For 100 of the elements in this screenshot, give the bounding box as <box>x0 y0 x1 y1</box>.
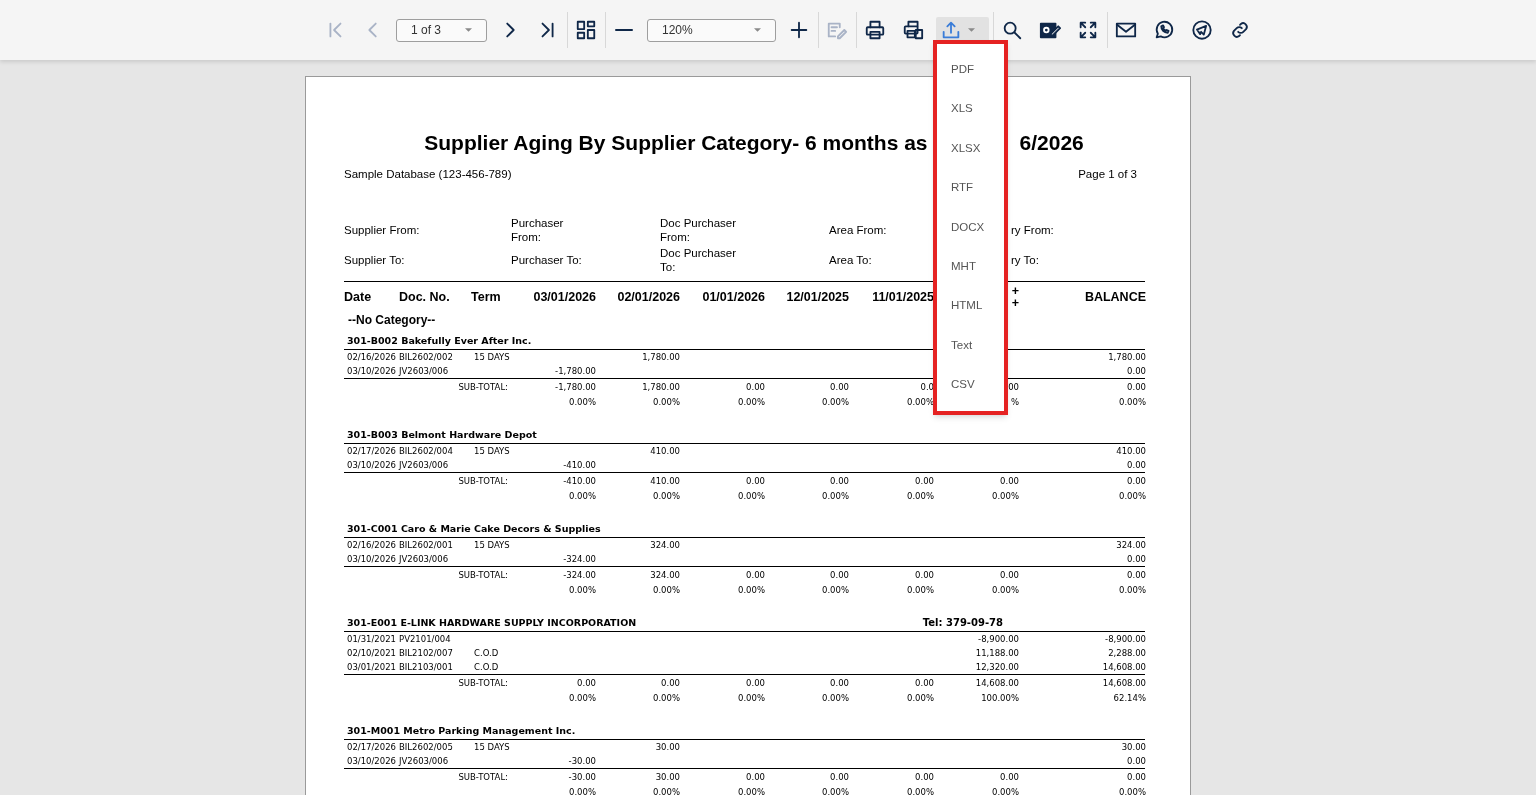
table-cell: 0.00% <box>907 585 934 596</box>
table-cell: 30.00 <box>1121 742 1146 752</box>
table-cell: BIL2602/005 <box>399 742 453 752</box>
table-cell: 0.00% <box>907 491 934 502</box>
table-cell: -8,900.00 <box>1105 634 1146 644</box>
table-cell: 0.00% <box>822 693 849 704</box>
dropdown-select[interactable]: 120% <box>647 18 776 42</box>
column-header: 11/01/2025 <box>872 289 934 304</box>
table-cell: 0.00% <box>653 787 680 795</box>
table-cell: -30.00 <box>568 771 596 782</box>
menu-item[interactable]: DOCX <box>937 207 1004 247</box>
table-cell: BIL2602/004 <box>399 446 453 456</box>
table-cell: 03/10/2026 <box>347 460 396 470</box>
caret-icon <box>465 28 472 32</box>
table-cell: 0.00% <box>992 491 1019 502</box>
table-cell: 410.00 <box>650 475 680 486</box>
table-cell: 0.00% <box>1119 491 1146 502</box>
table-cell: C.O.D <box>474 648 499 658</box>
column-header: 12/01/2025 <box>786 289 849 304</box>
whatsapp-icon <box>1153 19 1175 41</box>
table-cell: 0.00 <box>746 677 765 688</box>
table-cell: % <box>1010 397 1019 408</box>
subtotal-label: SUB-TOTAL: <box>458 381 508 392</box>
select-value: 1 of 3 <box>411 22 442 39</box>
export-dropdown-button[interactable] <box>936 17 989 43</box>
table-cell: -324.00 <box>563 554 596 564</box>
table-cell: 15 DAYS <box>474 446 510 456</box>
table-cell: -8,900.00 <box>978 634 1019 644</box>
table-cell: 0.00 <box>746 569 765 580</box>
caret-icon <box>754 28 761 32</box>
menu-item[interactable]: CSV <box>937 365 1004 405</box>
table-cell: 0.00 <box>1127 771 1146 782</box>
table-cell: BIL2102/007 <box>399 648 453 658</box>
table-cell: 0.00 <box>1000 475 1019 486</box>
table-cell: 0.00 <box>746 475 765 486</box>
table-cell: 0.00% <box>738 693 765 704</box>
table-cell: C.O.D <box>474 662 499 672</box>
table-cell: 0.00% <box>738 397 765 408</box>
table-cell: 0.00% <box>992 787 1019 795</box>
table-cell: 0.00% <box>822 491 849 502</box>
column-header: Term <box>471 289 501 304</box>
table-cell: 0.00 <box>746 381 765 392</box>
table-cell: 30.00 <box>655 771 680 782</box>
table-cell: 0.00 <box>1127 475 1146 486</box>
table-cell: 0.00% <box>569 585 596 596</box>
category-heading: --No Category-- <box>347 312 437 329</box>
menu-item[interactable]: HTML <box>937 286 1004 326</box>
table-cell: 0.00 <box>915 771 934 782</box>
table-cell: 0.00% <box>1119 585 1146 596</box>
print-icon <box>864 19 886 41</box>
table-cell: 2,288.00 <box>1108 648 1146 658</box>
table-cell: 0.00 <box>1000 569 1019 580</box>
table-cell: 14,608.00 <box>1102 677 1146 688</box>
menu-item[interactable]: XLSX <box>937 128 1004 169</box>
table-cell: 0.00 <box>661 677 680 688</box>
table-cell: 100.00% <box>981 693 1019 704</box>
table-cell: 0.00 <box>1000 771 1019 782</box>
menu-item[interactable]: PDF <box>937 50 1004 90</box>
table-cell: 410.00 <box>1116 446 1146 456</box>
column-header: BALANCE <box>1084 289 1146 304</box>
table-cell: 1,780.00 <box>1108 352 1146 362</box>
menu-item[interactable]: XLS <box>937 89 1004 129</box>
filter-label: Doc Purchaser To: <box>660 246 738 274</box>
column-header: + + <box>1011 283 1019 310</box>
menu-item[interactable]: RTF <box>937 168 1004 208</box>
table-cell: 0.00% <box>907 397 934 408</box>
supplier-phone: Tel: 379-09-78 <box>922 617 1003 629</box>
table-cell: 11,188.00 <box>975 648 1019 658</box>
table-cell: 0.00% <box>992 585 1019 596</box>
table-cell: 03/10/2026 <box>347 554 396 564</box>
report-title: 6/2026 <box>1019 130 1084 156</box>
table-cell: BIL2602/002 <box>399 352 453 362</box>
table-cell: JV2603/006 <box>399 460 449 470</box>
table-cell: 0.00% <box>653 397 680 408</box>
link-icon <box>1229 19 1251 41</box>
supplier-name: 301-B002 Bakefully Ever After Inc. <box>347 334 532 346</box>
dropdown-select[interactable]: 1 of 3 <box>396 18 487 42</box>
table-cell: 0.00% <box>738 787 765 795</box>
page-number: Page 1 of 3 <box>1078 167 1138 183</box>
table-cell: 0.0 <box>920 381 934 392</box>
table-cell: 0.00 <box>915 677 934 688</box>
table-cell: 0.00% <box>569 397 596 408</box>
table-cell: 0.00% <box>1119 787 1146 795</box>
table-cell: -410.00 <box>563 460 596 470</box>
table-cell: 0.00 <box>915 475 934 486</box>
table-cell: 0.00 <box>830 569 849 580</box>
table-cell: 03/10/2026 <box>347 756 396 766</box>
table-cell: 0.00 <box>1127 554 1146 564</box>
caret-icon <box>968 28 975 32</box>
table-cell: PV2101/004 <box>399 634 451 644</box>
subtotal-label: SUB-TOTAL: <box>458 569 508 580</box>
menu-item[interactable]: MHT <box>937 246 1004 287</box>
export-icon <box>940 19 962 41</box>
table-cell: 0.00% <box>822 585 849 596</box>
table-cell: 0.00% <box>1119 397 1146 408</box>
table-cell: -1,780.00 <box>555 381 596 392</box>
menu-item[interactable]: Text <box>937 325 1004 366</box>
telegram-icon <box>1191 19 1213 41</box>
table-cell: 0.00 <box>1127 569 1146 580</box>
filter-label: Area To: <box>829 253 872 267</box>
